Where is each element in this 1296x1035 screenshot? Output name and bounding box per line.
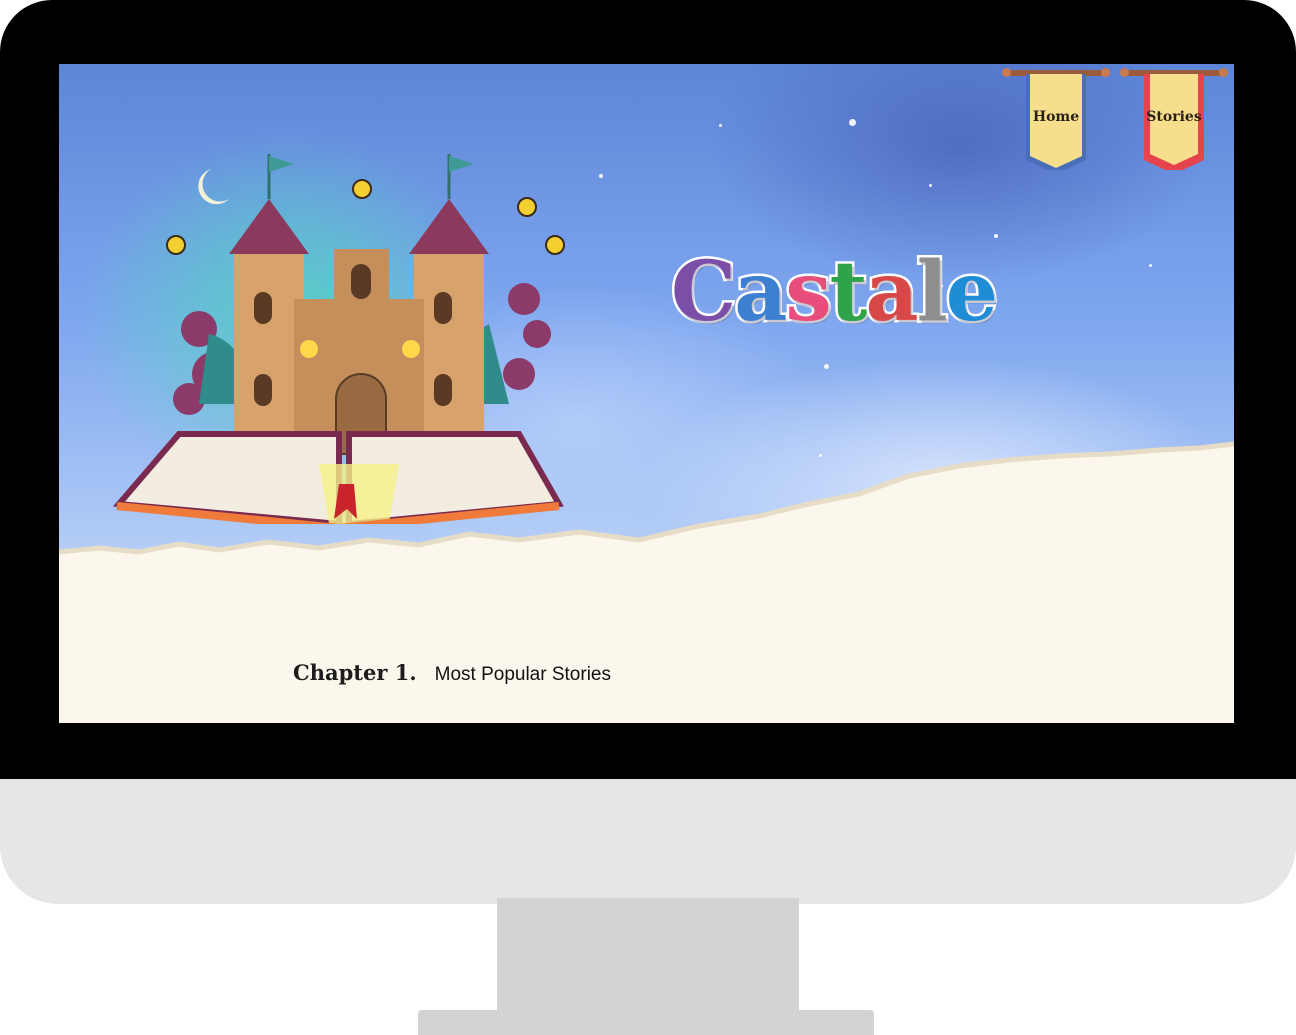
monitor-chin — [0, 779, 1296, 904]
website-screen[interactable]: Home Stories Castale Chapter 1. Most Pop… — [59, 64, 1234, 723]
chapter-number: Chapter 1. — [293, 660, 417, 685]
nav-home-banner[interactable]: Home — [1002, 64, 1110, 174]
chapter-heading: Chapter 1. Most Popular Stories — [293, 660, 611, 686]
logo-letter: t — [827, 242, 870, 343]
nav-stories-banner[interactable]: Stories — [1120, 64, 1228, 174]
monitor-stand — [497, 898, 799, 1010]
nav-home-label[interactable]: Home — [1024, 109, 1088, 125]
logo-letter: s — [783, 242, 834, 343]
castale-logo[interactable]: Castale — [668, 242, 1000, 354]
monitor-stand-base — [418, 1010, 874, 1035]
chapter-title: Most Popular Stories — [434, 664, 611, 685]
logo-letter: l — [914, 242, 950, 343]
logo-letter: a — [732, 242, 790, 343]
nav-stories-label[interactable]: Stories — [1142, 109, 1206, 125]
logo-letter: e — [943, 242, 1000, 343]
moon-icon — [198, 169, 229, 205]
castle-book-illustration — [112, 154, 565, 524]
logo-letter: a — [863, 242, 921, 343]
logo-letter: C — [668, 242, 738, 343]
